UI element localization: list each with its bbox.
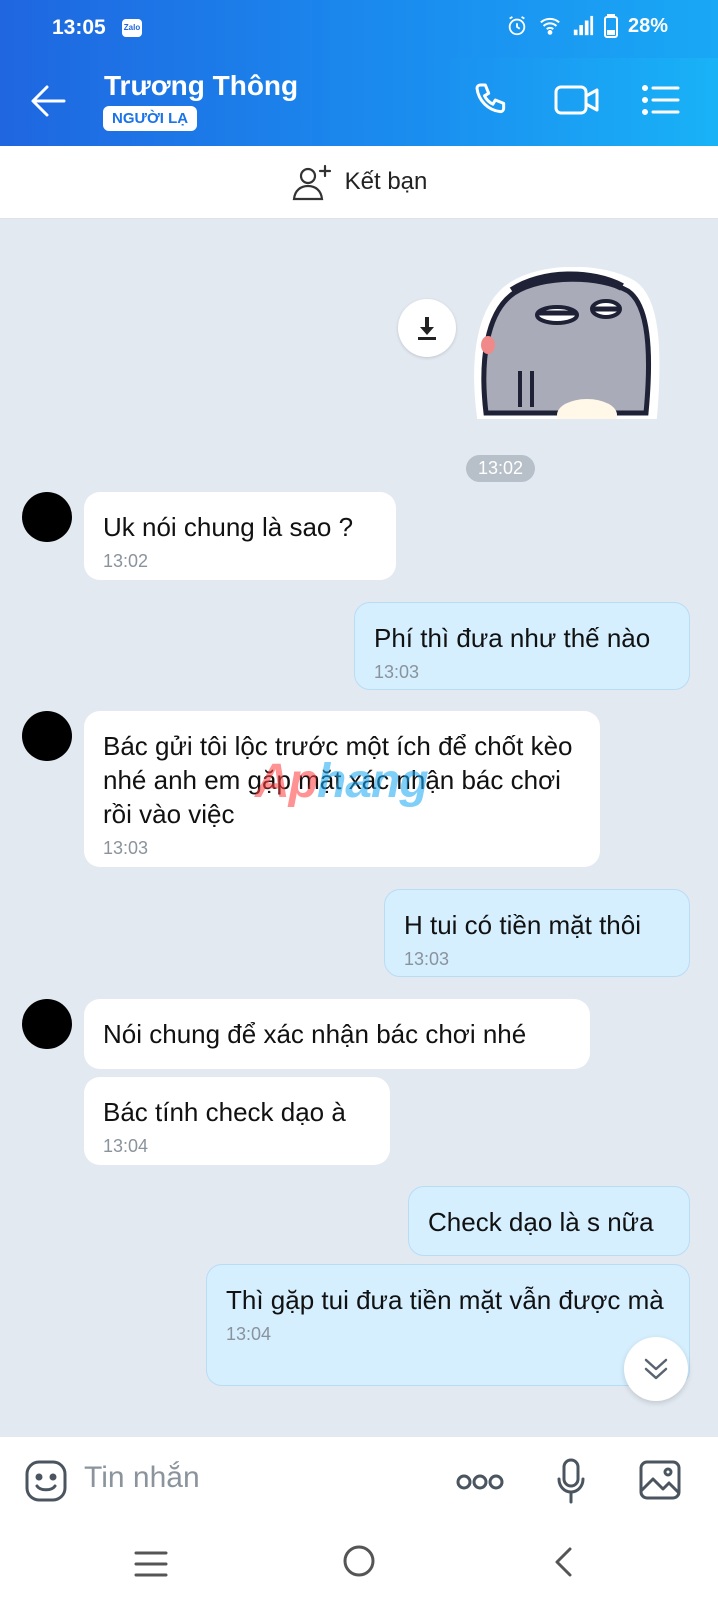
back-arrow-icon[interactable] bbox=[30, 84, 66, 118]
phone-call-icon[interactable] bbox=[472, 80, 512, 120]
status-icons: 28% bbox=[506, 14, 668, 38]
more-options-icon[interactable] bbox=[456, 1473, 504, 1491]
message-text: Check dạo là s nữa bbox=[428, 1207, 654, 1237]
message-text: Bác tính check dạo à bbox=[103, 1097, 346, 1127]
message-text: Thì gặp tui đưa tiền mặt vẫn được mà bbox=[226, 1285, 664, 1315]
message-time: 13:03 bbox=[374, 662, 420, 682]
message-text: H tui có tiền mặt thôi bbox=[404, 910, 641, 940]
message-incoming[interactable]: Nói chung để xác nhận bác chơi nhé bbox=[84, 999, 590, 1069]
message-time: 13:04 bbox=[103, 1136, 149, 1156]
message-input[interactable]: Tin nhắn bbox=[84, 1461, 200, 1495]
message-outgoing[interactable]: Thì gặp tui đưa tiền mặt vẫn được mà 13:… bbox=[206, 1264, 690, 1386]
message-input-bar: Tin nhắn bbox=[0, 1436, 718, 1526]
message-text: Nói chung để xác nhận bác chơi nhé bbox=[103, 1019, 527, 1049]
message-text: Phí thì đưa như thế nào bbox=[374, 623, 651, 653]
add-person-icon bbox=[292, 164, 331, 201]
add-friend-button[interactable]: Kết bạn bbox=[0, 146, 718, 219]
double-chevron-down-icon bbox=[644, 1358, 668, 1380]
nav-back-icon[interactable] bbox=[552, 1546, 574, 1578]
recent-apps-icon[interactable] bbox=[134, 1550, 168, 1578]
contact-name[interactable]: Trương Thông bbox=[104, 70, 298, 102]
message-outgoing[interactable]: Check dạo là s nữa bbox=[408, 1186, 690, 1256]
battery-percent: 28% bbox=[627, 14, 668, 37]
wifi-icon bbox=[540, 17, 560, 35]
chat-area[interactable]: 13:02 Uk nói chung là sao ? 13:02 Phí th… bbox=[0, 219, 718, 1436]
image-gallery-icon[interactable] bbox=[638, 1459, 682, 1501]
download-button[interactable] bbox=[398, 299, 456, 357]
video-call-icon[interactable] bbox=[554, 82, 600, 118]
alarm-icon bbox=[508, 16, 526, 36]
system-navigation-bar bbox=[0, 1526, 718, 1600]
sticker-image[interactable] bbox=[472, 267, 662, 419]
chat-header: Trương Thông NGƯỜI LẠ bbox=[0, 58, 718, 146]
message-incoming[interactable]: Bác tính check dạo à 13:04 bbox=[84, 1077, 390, 1165]
message-incoming[interactable]: Uk nói chung là sao ? 13:02 bbox=[84, 492, 396, 580]
message-time: 13:04 bbox=[226, 1324, 272, 1344]
emoji-icon[interactable] bbox=[24, 1459, 68, 1503]
contact-avatar[interactable] bbox=[22, 492, 72, 542]
message-time: 13:03 bbox=[103, 838, 149, 858]
scroll-to-bottom-button[interactable] bbox=[624, 1337, 688, 1401]
contact-avatar[interactable] bbox=[22, 711, 72, 761]
message-outgoing[interactable]: H tui có tiền mặt thôi 13:03 bbox=[384, 889, 690, 977]
signal-icon bbox=[573, 15, 594, 36]
menu-list-icon[interactable] bbox=[642, 84, 680, 116]
message-time: 13:02 bbox=[103, 551, 149, 571]
watermark-logo: Aphang bbox=[255, 755, 429, 808]
status-bar: 13:05 Zalo 28% bbox=[0, 0, 718, 58]
status-time: 13:05 bbox=[52, 16, 106, 39]
battery-icon bbox=[603, 14, 618, 38]
add-friend-label: Kết bạn bbox=[344, 168, 428, 195]
message-time: 13:03 bbox=[404, 949, 450, 969]
download-icon bbox=[418, 317, 436, 340]
message-outgoing[interactable]: Phí thì đưa như thế nào 13:03 bbox=[354, 602, 690, 690]
zalo-notification-icon: Zalo bbox=[122, 19, 142, 37]
contact-avatar[interactable] bbox=[22, 999, 72, 1049]
microphone-icon[interactable] bbox=[556, 1457, 586, 1505]
stranger-badge: NGƯỜI LẠ bbox=[103, 106, 198, 131]
sticker-timestamp: 13:02 bbox=[466, 455, 536, 482]
home-icon[interactable] bbox=[342, 1544, 376, 1578]
message-text: Uk nói chung là sao ? bbox=[103, 512, 354, 542]
